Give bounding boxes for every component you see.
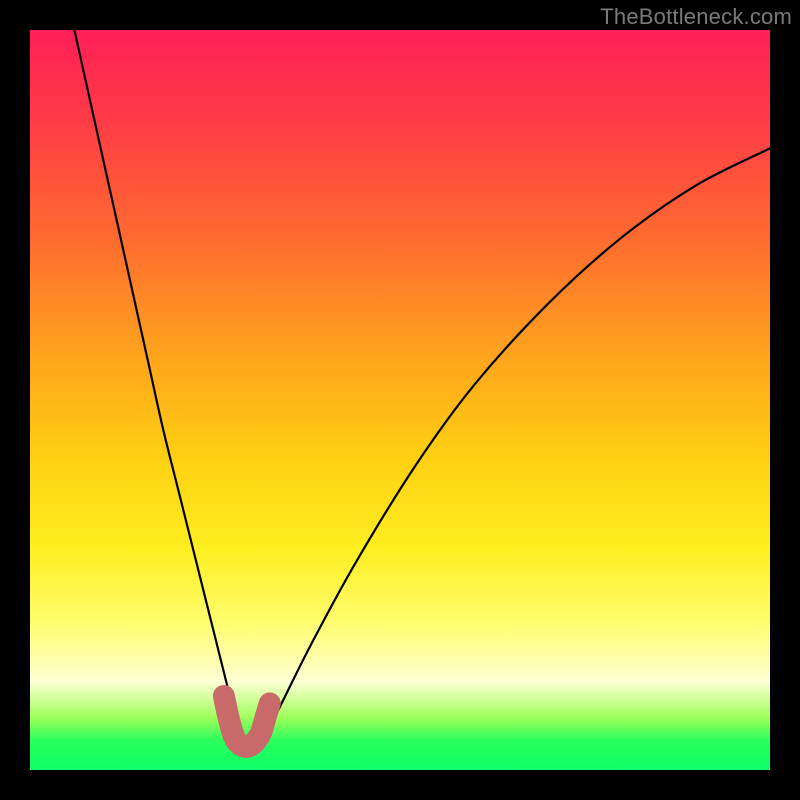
- curve-layer: [30, 30, 770, 770]
- chart-stage: TheBottleneck.com: [0, 0, 800, 800]
- bottleneck-curve: [74, 30, 770, 748]
- plot-area: [30, 30, 770, 770]
- watermark-text: TheBottleneck.com: [600, 4, 792, 30]
- highlight-u: [224, 696, 270, 747]
